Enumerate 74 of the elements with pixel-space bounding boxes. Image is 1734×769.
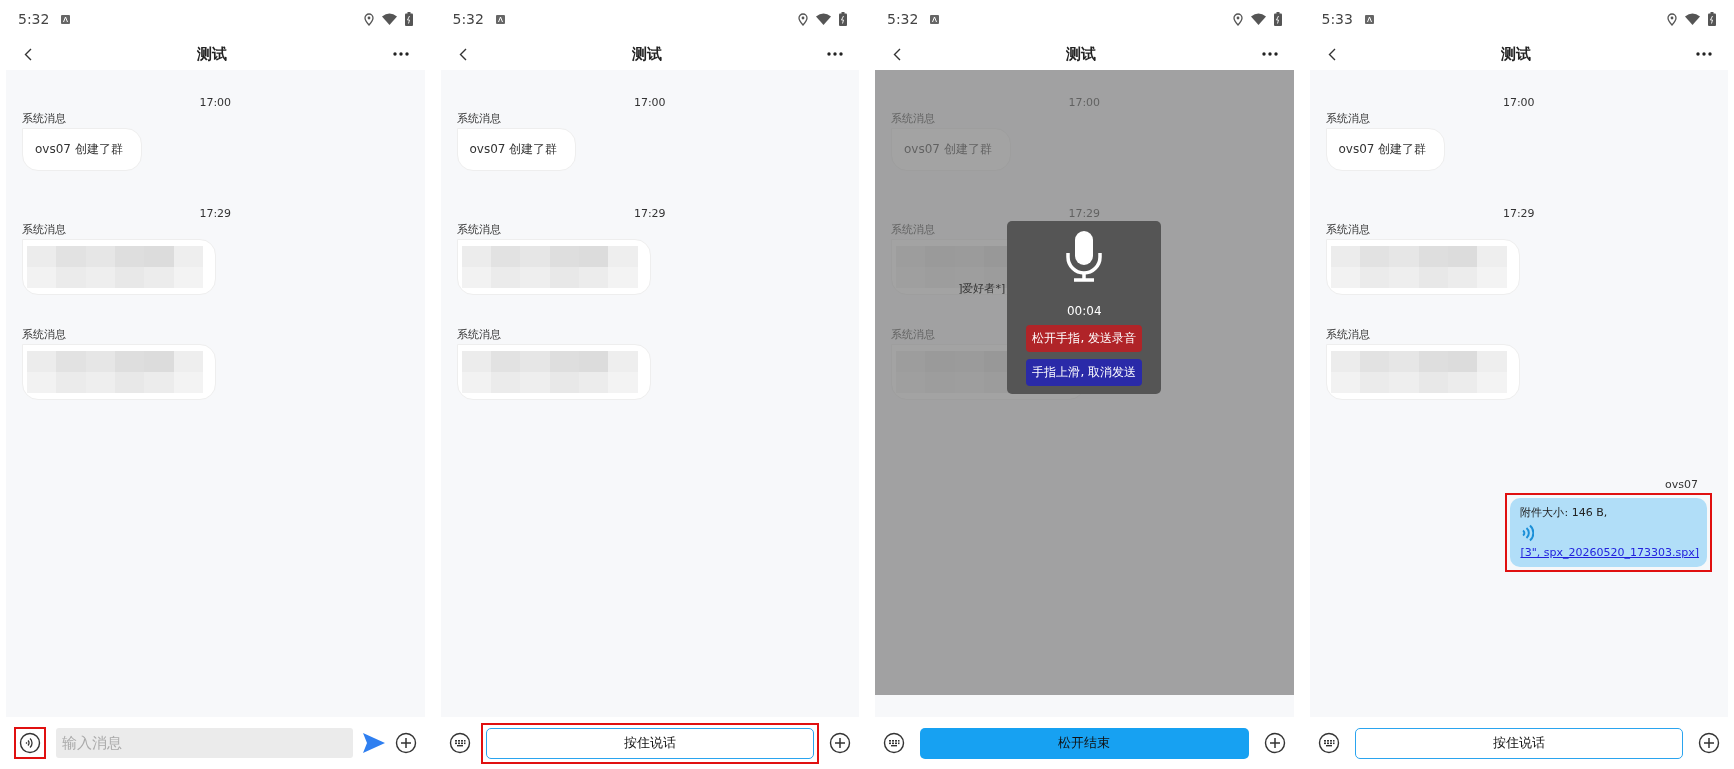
more-button[interactable] xyxy=(1696,52,1712,56)
wifi-icon xyxy=(1685,13,1700,25)
status-time: 5:32 xyxy=(887,11,919,27)
attachment-size: 附件大小: 146 B, xyxy=(1520,505,1609,520)
message-time: 17:29 xyxy=(1068,207,1101,220)
location-icon xyxy=(798,12,808,26)
message-time: 17:00 xyxy=(199,96,232,109)
sender-name: 系统消息 xyxy=(456,222,501,237)
wifi-icon xyxy=(381,13,397,25)
release-to-send-hint: 松开手指, 发送录音 xyxy=(1026,325,1143,352)
recording-timer: 00:04 xyxy=(1066,304,1102,318)
sender-name: ovs07 xyxy=(1665,478,1698,491)
message-time: 17:00 xyxy=(633,96,666,109)
notification-icon xyxy=(1364,14,1374,24)
voice-file-link[interactable]: [3", spx_20260520_173303.spx] xyxy=(1520,546,1699,559)
sender-name: 系统消息 xyxy=(22,222,66,237)
chat-title: 测试 xyxy=(1066,44,1097,64)
add-button[interactable] xyxy=(394,732,417,754)
chat-title: 测试 xyxy=(1500,44,1531,64)
wifi-icon xyxy=(816,13,831,25)
back-button[interactable] xyxy=(893,47,901,61)
partial-text: ]爱好者*] xyxy=(958,281,1006,296)
message-bubble: ovs07 创建了群 xyxy=(456,128,577,171)
add-button[interactable] xyxy=(1263,732,1286,754)
message-time: 17:29 xyxy=(199,207,232,220)
message-bubble: ovs07 创建了群 xyxy=(1325,128,1446,171)
battery-icon xyxy=(839,12,847,26)
microphone-icon xyxy=(1064,231,1105,283)
more-button[interactable] xyxy=(392,52,409,56)
sender-name: 系统消息 xyxy=(22,327,66,342)
hold-to-talk-button[interactable]: 按住说话 xyxy=(1354,727,1683,759)
location-icon xyxy=(1667,12,1677,26)
notification-icon xyxy=(495,14,505,24)
notification-icon xyxy=(930,14,940,24)
battery-icon xyxy=(404,12,413,26)
message-time: 17:00 xyxy=(1068,96,1101,109)
chat-title: 测试 xyxy=(197,44,228,64)
keyboard-toggle-button[interactable] xyxy=(1317,732,1340,754)
add-button[interactable] xyxy=(1698,732,1720,754)
sender-name: 系统消息 xyxy=(456,111,501,126)
sender-name: 系统消息 xyxy=(1325,327,1370,342)
message-bubble: ovs07 创建了群 xyxy=(891,128,1011,171)
message-time: 17:29 xyxy=(633,207,666,220)
message-bubble: ovs07 创建了群 xyxy=(22,128,142,171)
location-icon xyxy=(363,12,374,26)
message-time: 17:00 xyxy=(1502,96,1535,109)
more-button[interactable] xyxy=(1261,52,1278,56)
back-button[interactable] xyxy=(24,47,32,61)
location-icon xyxy=(1232,12,1243,26)
chat-title: 测试 xyxy=(631,44,662,64)
status-time: 5:32 xyxy=(18,11,50,27)
sender-name: 系统消息 xyxy=(22,111,66,126)
message-input-field[interactable]: 输入消息 xyxy=(56,728,353,758)
notification-icon xyxy=(61,14,71,24)
keyboard-toggle-button[interactable] xyxy=(448,732,471,754)
status-time: 5:33 xyxy=(1321,11,1353,27)
battery-icon xyxy=(1273,12,1282,26)
send-button[interactable] xyxy=(362,733,385,753)
message-time: 17:29 xyxy=(1502,207,1535,220)
hold-to-talk-button[interactable]: 按住说话 xyxy=(485,727,814,759)
sender-name: 系统消息 xyxy=(1325,222,1370,237)
hold-to-talk-button[interactable]: 松开结束 xyxy=(920,727,1249,759)
voice-message-bubble[interactable]: 附件大小: 146 B, [3", spx_20260520_173303.spx] xyxy=(1510,498,1707,567)
back-button[interactable] xyxy=(458,47,467,61)
swipe-up-cancel-hint: 手指上滑, 取消发送 xyxy=(1026,359,1143,386)
sender-name: 系统消息 xyxy=(456,327,501,342)
back-button[interactable] xyxy=(1327,47,1336,61)
sender-name: 系统消息 xyxy=(1325,111,1370,126)
add-button[interactable] xyxy=(829,732,851,754)
more-button[interactable] xyxy=(827,52,843,56)
battery-icon xyxy=(1708,12,1716,26)
keyboard-toggle-button[interactable] xyxy=(883,732,905,754)
wifi-icon xyxy=(1250,13,1266,25)
status-time: 5:32 xyxy=(452,11,484,27)
